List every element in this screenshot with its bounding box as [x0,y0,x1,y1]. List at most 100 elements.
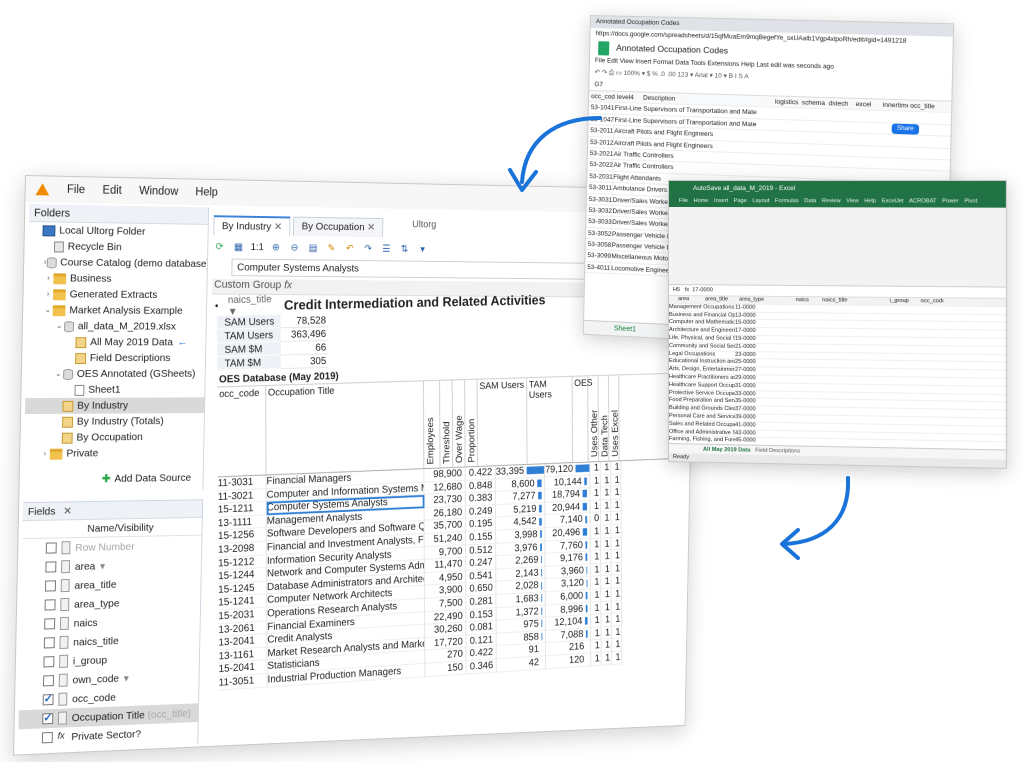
table-cell-emp[interactable]: 150 [425,661,467,677]
excel-cell-title[interactable]: Food Preparation and Serving Related [669,397,735,405]
excel-column-header[interactable]: i_group [890,298,921,305]
excel-cell-code[interactable]: 23-0000 [735,351,765,358]
column-header[interactable]: occ_code [217,385,267,477]
table-cell-flag[interactable]: 1 [590,576,602,590]
table-cell-flag[interactable]: 1 [590,500,601,514]
excel-cell-title[interactable]: Personal Care and Service [669,413,735,421]
excel-cell-title[interactable]: Educational Instruction and Library [669,358,735,366]
expand-icon[interactable]: › [40,446,50,462]
visibility-checkbox[interactable] [44,618,56,630]
table-cell-flag[interactable]: 1 [590,601,602,616]
visibility-checkbox[interactable] [43,637,55,649]
table-cell-flag[interactable]: 1 [600,486,612,501]
excel-cell-code[interactable]: 13-0000 [735,312,765,319]
excel-cell-code[interactable]: 19-0000 [735,336,765,343]
table-cell-flag[interactable]: 1 [590,550,602,565]
excel-cell-title[interactable]: Healthcare Practitioners and Technical [669,374,735,382]
sheets-column-header[interactable]: occ_code [589,91,615,102]
table-cell-flag[interactable]: 1 [590,589,602,603]
visibility-checkbox[interactable] [42,712,54,725]
visibility-checkbox[interactable] [44,580,56,592]
table-cell-flag[interactable]: 1 [601,626,612,640]
table-cell-flag[interactable]: 1 [601,550,612,564]
tree-item[interactable]: Field Descriptions [26,350,205,366]
tab-by-industry[interactable]: By Industry ✕ [213,215,291,236]
column-header[interactable]: Over Wage [452,380,466,467]
sheets-column-header[interactable]: innertime [881,100,908,111]
undo-icon[interactable]: ↶ [343,242,356,256]
sort-icon[interactable]: ⇅ [398,242,411,256]
visibility-checkbox[interactable] [43,656,55,668]
table-cell-tam[interactable]: 120 [545,653,592,669]
sheets-column-header[interactable]: level4 [615,92,641,103]
name-box[interactable]: H5 [673,287,680,293]
excel-cell-code[interactable]: 17-0000 [735,328,765,335]
column-header[interactable]: SAM Users [477,378,528,466]
excel-cell-title[interactable]: Legal Occupations [669,351,735,359]
table-cell-flag[interactable]: 1 [600,461,612,475]
excel-cell-code[interactable]: 31-0000 [735,383,765,390]
table-cell-flag[interactable]: 1 [590,525,602,539]
column-header[interactable]: OES [572,376,593,463]
table-cell-flag[interactable]: 1 [611,638,623,652]
table-cell-flag[interactable]: 1 [601,575,612,590]
table-cell-flag[interactable]: 1 [611,524,622,538]
excel-column-header[interactable]: occ_code [921,298,944,305]
edit-icon[interactable]: ✎ [325,241,338,255]
close-icon[interactable]: ✕ [367,222,375,234]
table-cell-flag[interactable]: 1 [611,473,622,487]
excel-cell-title[interactable]: Architecture and Engineering Occupations [669,327,735,335]
excel-cell-title[interactable]: Office and Administrative Support [669,429,735,437]
excel-cell-title[interactable]: Healthcare Support Occupations [669,382,735,390]
table-cell-flag[interactable]: 1 [600,474,612,488]
tree-item[interactable]: By Industry (Totals) [25,413,204,430]
tab-by-occupation[interactable]: By Occupation ✕ [293,216,384,238]
tree-item[interactable]: › Generated Extracts [27,286,206,303]
table-cell-flag[interactable]: 1 [611,549,622,564]
expand-icon[interactable]: ⌄ [53,366,63,382]
table-cell-flag[interactable]: 1 [610,461,622,475]
table-cell-flag[interactable]: 1 [611,613,623,627]
visibility-checkbox[interactable] [42,694,54,706]
add-data-source-button[interactable]: ✚ Add Data Source [102,472,191,485]
refresh-icon[interactable]: ⟳ [213,240,226,254]
column-header[interactable]: Uses Other [588,376,600,462]
redo-icon[interactable]: ↷ [362,242,375,256]
filter-icon[interactable]: ▼ [122,673,131,683]
excel-column-header[interactable]: naics_title [822,297,890,304]
table-cell-flag[interactable]: 1 [611,600,623,614]
expand-icon[interactable]: › [43,270,53,286]
sheets-cell-code[interactable]: 53-3032 [586,204,613,217]
excel-cell-title[interactable]: Management Occupations [669,304,735,311]
visibility-checkbox[interactable] [44,599,56,611]
column-header[interactable]: Proportion [465,379,478,467]
table-cell-flag[interactable]: 1 [590,538,602,552]
menu-file[interactable]: File [67,184,85,196]
expand-icon[interactable]: › [43,286,53,302]
table-cell-flag[interactable]: 1 [591,614,602,628]
tree-item[interactable]: By Industry [24,397,205,415]
table-cell-flag[interactable]: 1 [611,537,622,551]
excel-column-header[interactable]: area_title [705,296,739,303]
excel-cell-code[interactable]: 11-0000 [735,304,765,311]
table-cell-flag[interactable]: 1 [611,575,622,589]
excel-cell-title[interactable]: Building and Grounds Cleaning [669,405,735,413]
table-cell-prop[interactable]: 0.422 [465,466,496,481]
column-header[interactable]: Data Tech [598,375,610,462]
sheets-column-header[interactable]: occ_title [908,100,936,112]
excel-column-header[interactable]: naics [796,297,822,304]
formula-icon[interactable]: fx [284,280,292,292]
sheets-column-header[interactable]: dstech [827,98,854,109]
column-header[interactable]: Employees [423,380,441,469]
excel-cell-code[interactable]: 27-0000 [735,367,765,374]
table-cell-flag[interactable]: 1 [601,639,612,653]
visibility-checkbox[interactable] [41,731,53,744]
share-button[interactable]: Share [891,123,920,135]
excel-column-header[interactable]: area_type [739,297,796,304]
table-cell-flag[interactable]: 1 [600,512,612,526]
excel-column-header[interactable]: area [669,296,705,303]
excel-cell-code[interactable]: 41-0000 [735,422,765,429]
table-cell-flag[interactable]: 1 [611,625,623,640]
grid-icon[interactable]: ▤ [306,241,319,255]
excel-cell-title[interactable]: Protective Service Occupations [669,390,735,398]
